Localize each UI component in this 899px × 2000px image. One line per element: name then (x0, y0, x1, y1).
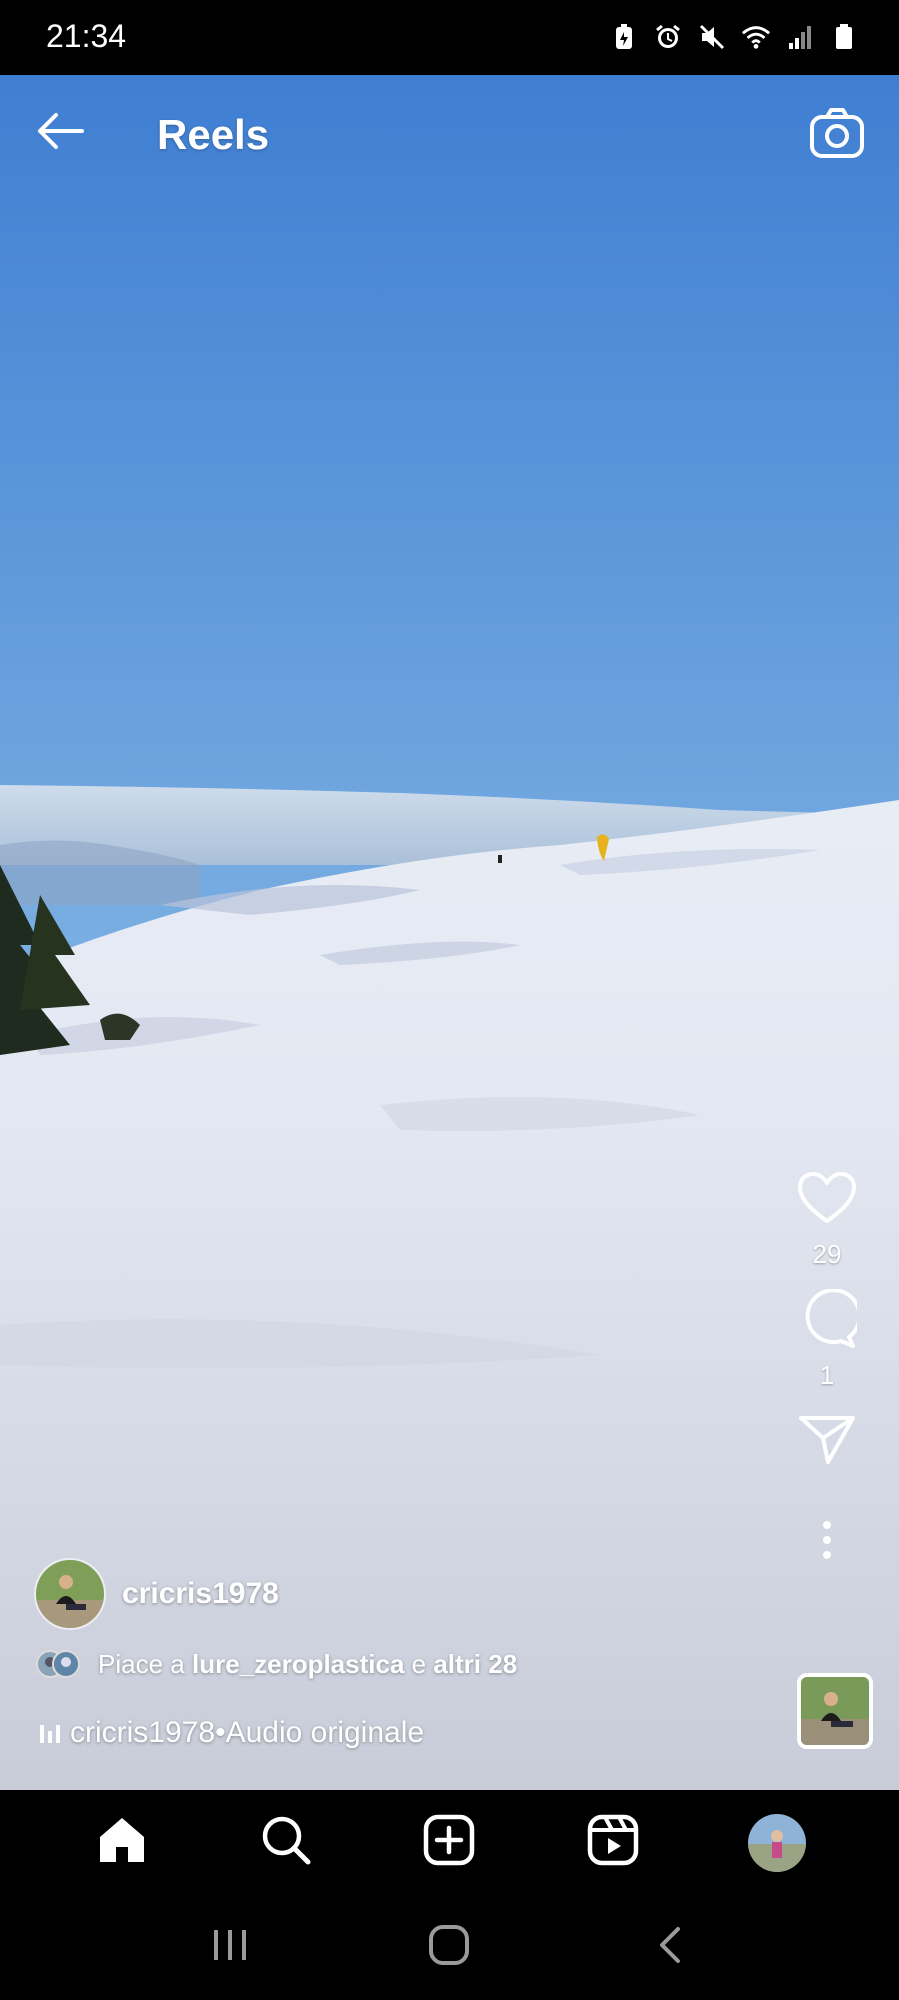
audio-thumbnail-image (801, 1677, 869, 1745)
nav-home[interactable] (86, 1807, 158, 1879)
reel-actions: 29 1 (777, 1165, 877, 1577)
nav-profile[interactable] (741, 1807, 813, 1879)
system-back-button[interactable] (629, 1918, 709, 1978)
liker-avatars (36, 1648, 82, 1680)
mute-icon (697, 22, 727, 52)
system-recents-button[interactable] (190, 1918, 270, 1978)
like-count[interactable]: 29 (813, 1239, 842, 1270)
home-icon (428, 1924, 470, 1971)
more-options-button[interactable] (792, 1507, 862, 1577)
system-nav (0, 1895, 899, 2000)
nav-reels[interactable] (577, 1807, 649, 1879)
profile-avatar (748, 1813, 807, 1872)
comment-button[interactable] (792, 1286, 862, 1356)
status-bar: 21:34 (0, 0, 899, 75)
comment-count[interactable]: 1 (820, 1360, 834, 1391)
likes-user[interactable]: lure_zeroplastica (192, 1649, 404, 1680)
reels-header: Reels (0, 75, 899, 205)
battery-saver-icon (609, 22, 639, 52)
likes-others[interactable]: altri 28 (433, 1649, 517, 1680)
comment-icon (797, 1287, 862, 1354)
more-icon (821, 1520, 833, 1565)
author-username[interactable]: cricris1978 (122, 1577, 279, 1611)
status-time: 21:34 (46, 18, 127, 54)
audio-label: Audio originale (225, 1716, 425, 1749)
nav-search[interactable] (250, 1807, 322, 1879)
system-home-button[interactable] (409, 1918, 489, 1978)
reel-video[interactable] (0, 75, 899, 1790)
audio-separator: • (215, 1716, 226, 1749)
wifi-icon (741, 22, 771, 52)
likes-prefix: Piace a (98, 1648, 185, 1679)
share-button[interactable] (792, 1407, 862, 1477)
author-row: cricris1978 (34, 1558, 279, 1630)
signal-icon (785, 22, 815, 52)
status-icons (609, 22, 859, 52)
audio-bars-icon (40, 1723, 60, 1743)
share-icon (798, 1414, 856, 1471)
back-button[interactable] (30, 103, 90, 163)
recents-icon (210, 1927, 250, 1968)
nav-create[interactable] (413, 1807, 485, 1879)
reels-icon (587, 1814, 639, 1871)
page-title: Reels (157, 111, 270, 158)
bottom-nav (0, 1790, 899, 1895)
back-icon (656, 1925, 682, 1970)
create-icon (423, 1814, 475, 1871)
camera-button[interactable] (805, 103, 869, 167)
audio-thumbnail[interactable] (797, 1673, 873, 1749)
liker-avatar (52, 1650, 80, 1678)
search-icon (260, 1814, 312, 1871)
like-button[interactable] (792, 1165, 862, 1235)
snowfield-scene (0, 75, 899, 1790)
arrow-left-icon (34, 111, 86, 156)
camera-icon (809, 107, 865, 164)
likes-joiner: e (411, 1648, 427, 1679)
likes-summary[interactable]: Piace a lure_zeroplastica e altri 28 (36, 1648, 517, 1680)
audio-row[interactable]: cricris1978 • Audio originale (40, 1716, 424, 1750)
author-avatar[interactable] (34, 1558, 106, 1630)
alarm-icon (653, 22, 683, 52)
audio-user: cricris1978 (70, 1716, 216, 1749)
battery-icon (829, 22, 859, 52)
heart-icon (797, 1171, 857, 1230)
home-icon (96, 1815, 148, 1870)
